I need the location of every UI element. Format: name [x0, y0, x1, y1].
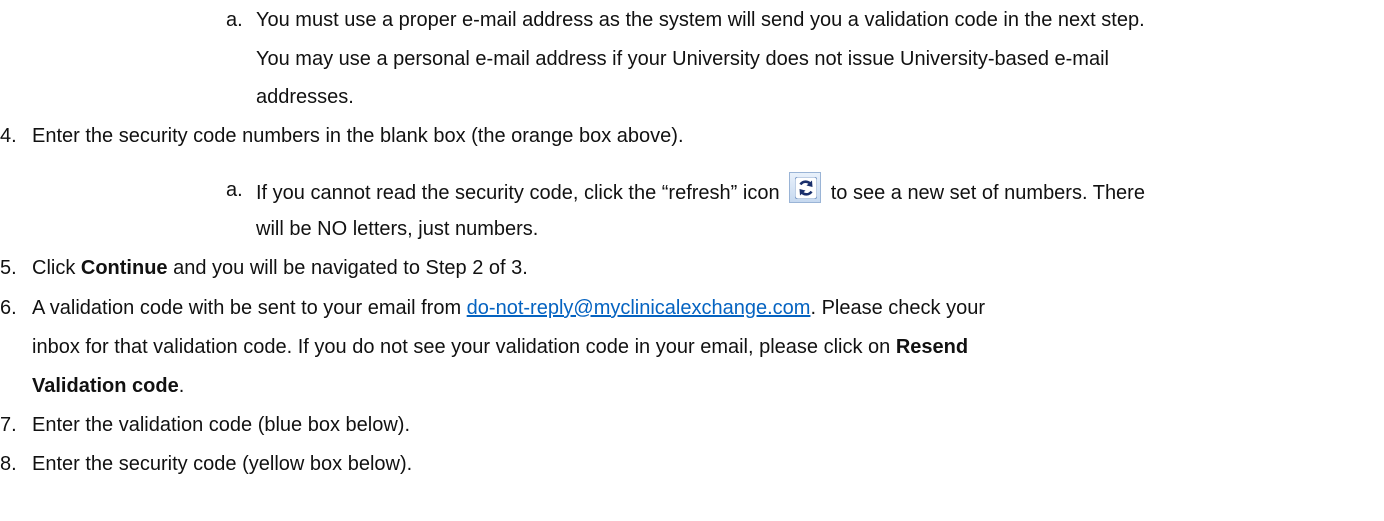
resend-label: Resend [895, 336, 969, 358]
item-4a-text-after-icon: to see a new set of numbers. There [830, 181, 1145, 204]
item-5-text: Click Continue and you will be navigated… [32, 256, 528, 280]
item-6-text-line-2-before-bold: inbox for that validation code. If you d… [32, 336, 896, 358]
item-6-text-line-2: inbox for that validation code. If you d… [32, 335, 968, 359]
item-6-text-before-link: A validation code with be sent to your e… [32, 297, 467, 319]
item-6-text-line-1: A validation code with be sent to your e… [32, 296, 985, 320]
item-4a-text-before-icon: If you cannot read the security code, cl… [256, 181, 780, 204]
item-3a-text-line-1: You must use a proper e-mail address as … [256, 9, 1145, 31]
refresh-icon [789, 172, 822, 203]
item-6-text-line-3: Validation code. [32, 374, 184, 398]
item-6-text-after-link: . Please check your [810, 297, 985, 319]
item-6-text-line-3-after: . [178, 375, 185, 397]
item-4a-text-line-1: If you cannot read the security code, cl… [256, 172, 1145, 209]
list-marker: 6. [0, 297, 17, 319]
email-link[interactable]: do-not-reply@myclinicalexchange.com [467, 297, 811, 319]
item-4a-text-line-2: will be NO letters, just numbers. [256, 218, 539, 240]
item-8-text: Enter the security code (yellow box belo… [32, 453, 413, 475]
list-marker: a. [226, 179, 243, 201]
continue-label: Continue [80, 257, 168, 279]
list-marker: 5. [0, 257, 17, 279]
item-3a-text-line-3: addresses. [256, 86, 354, 108]
item-4-text: Enter the security code numbers in the b… [32, 125, 684, 147]
list-marker: 8. [0, 453, 17, 475]
list-marker: a. [226, 9, 243, 31]
list-marker: 7. [0, 414, 17, 436]
item-5-text-after-bold: and you will be navigated to Step 2 of 3… [167, 257, 528, 279]
item-3a-text-line-2: You may use a personal e-mail address if… [256, 48, 1109, 70]
item-7-text: Enter the validation code (blue box belo… [32, 414, 411, 436]
validation-code-label: Validation code [32, 375, 179, 397]
list-marker: 4. [0, 125, 17, 147]
item-5-text-before-bold: Click [32, 257, 81, 279]
